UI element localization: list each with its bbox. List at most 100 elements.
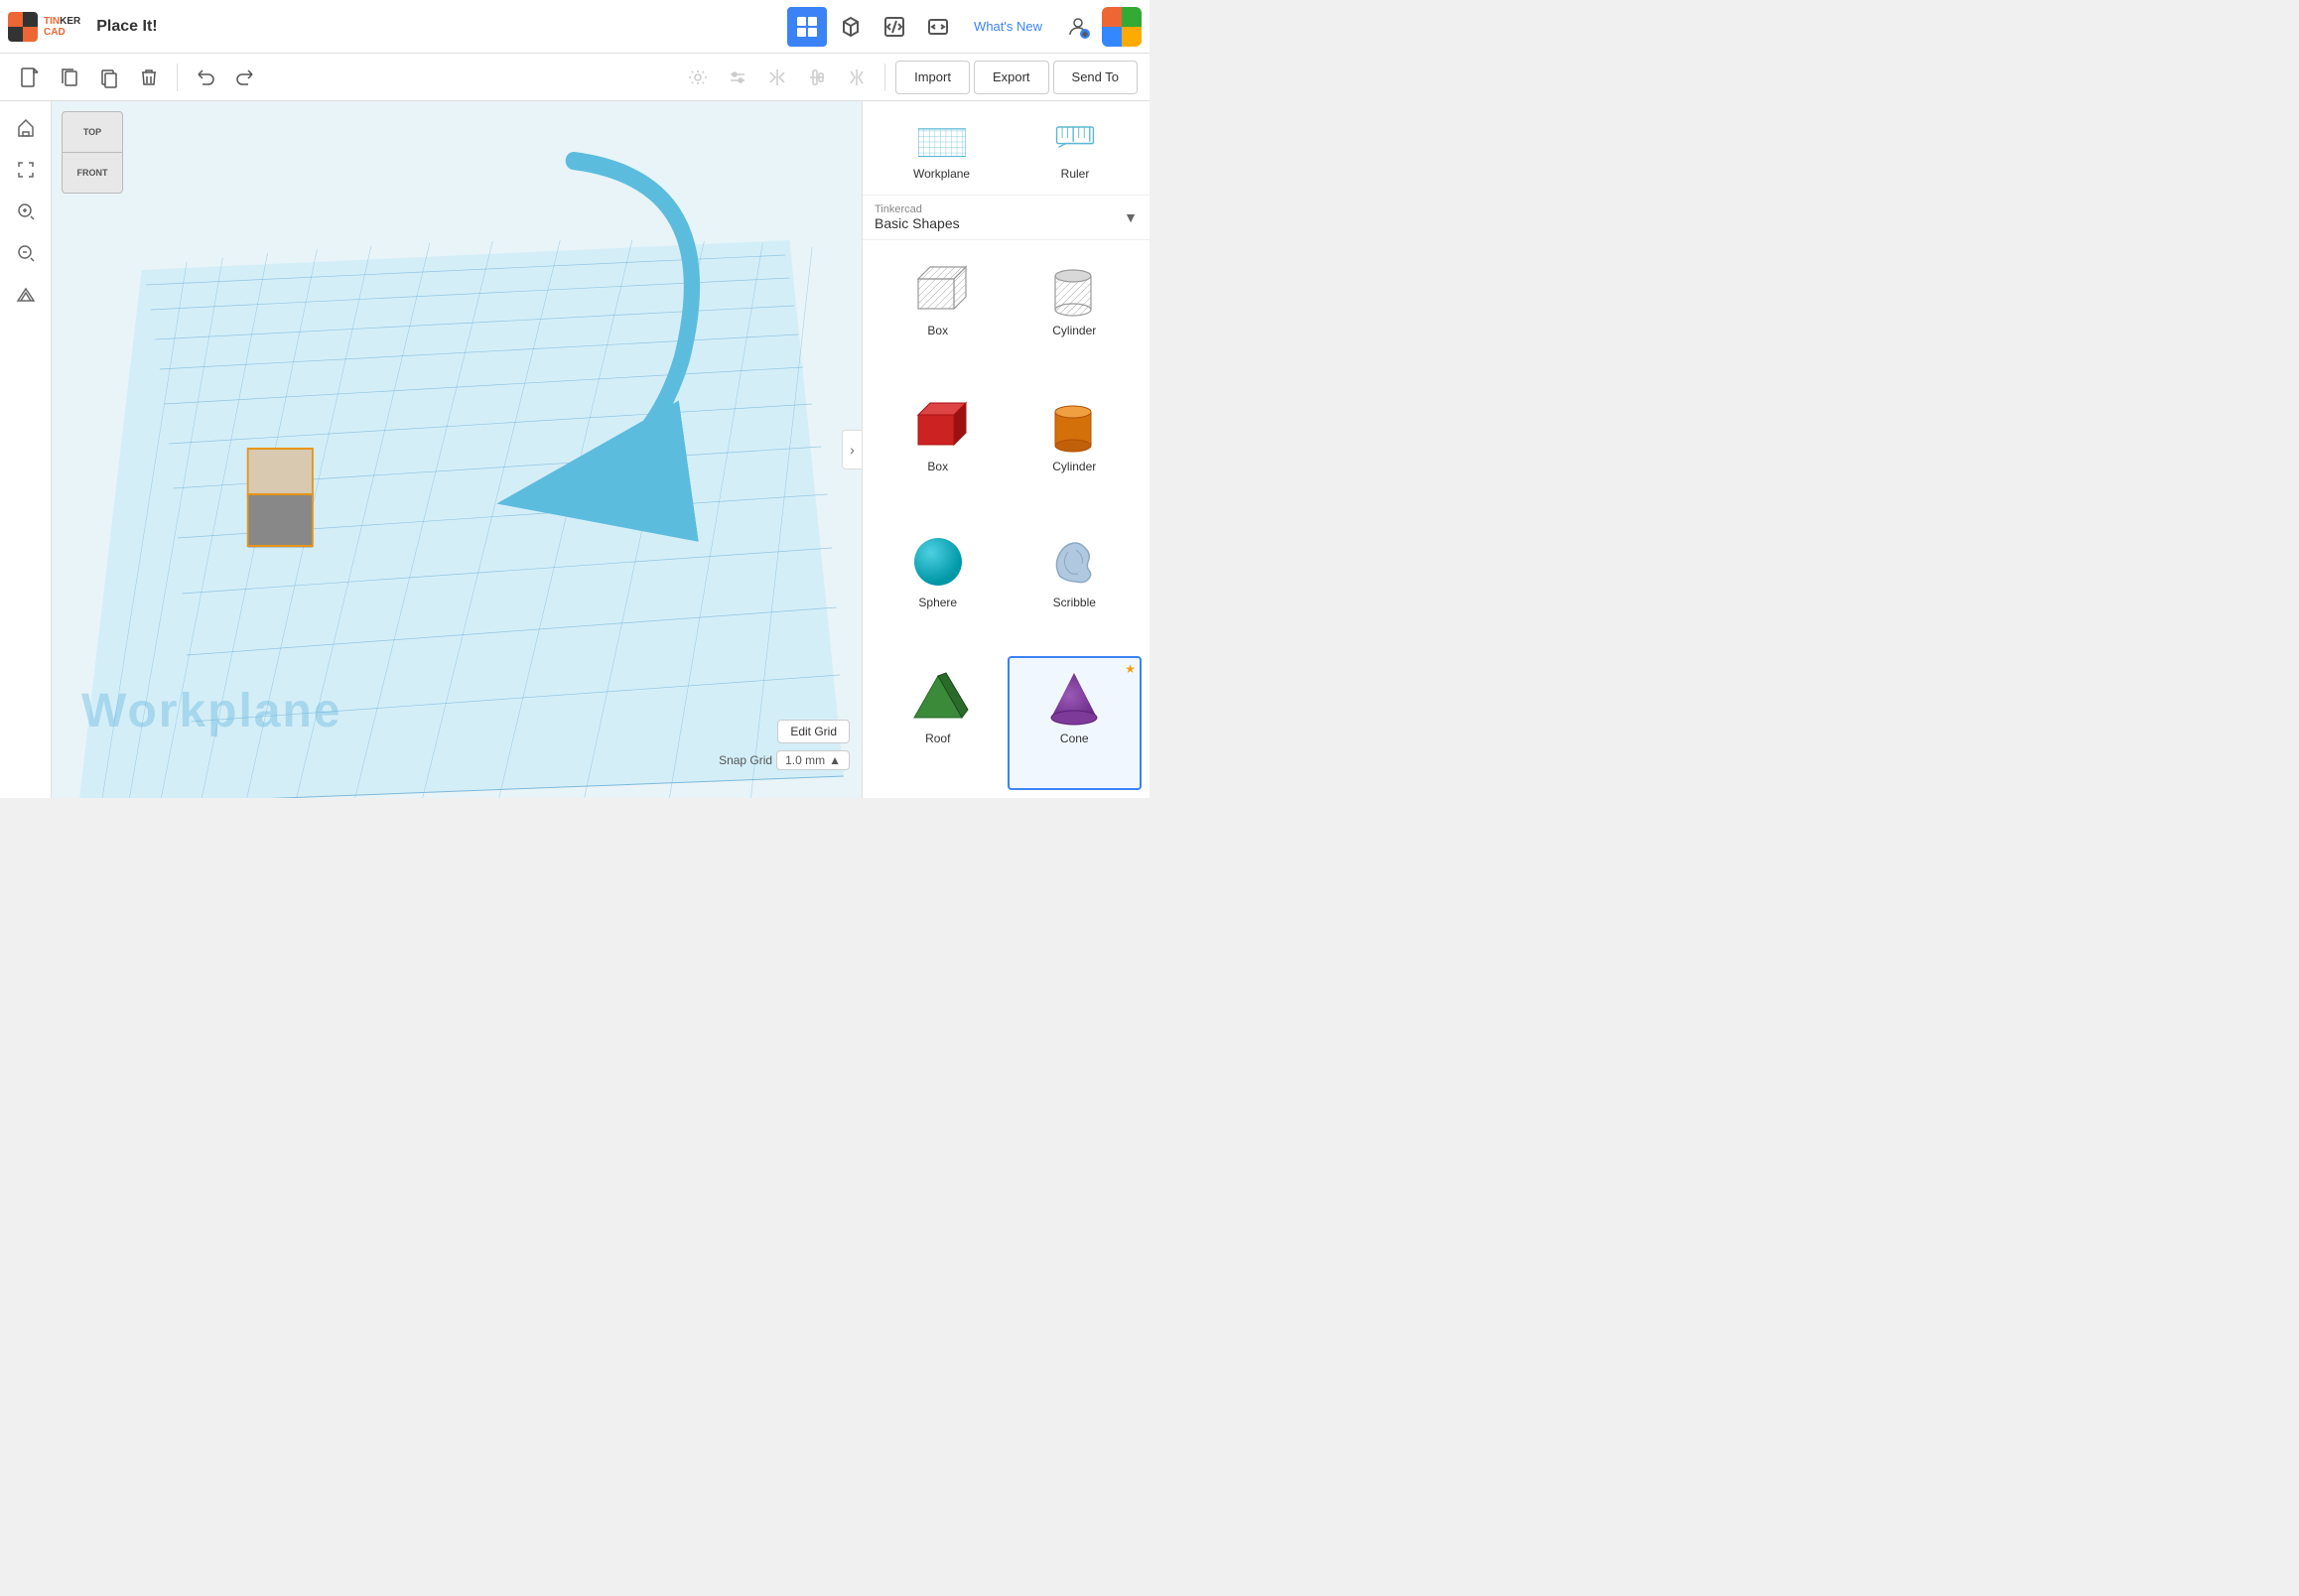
whats-new-button[interactable]: What's New	[962, 9, 1054, 45]
shape-item-roof[interactable]: Roof	[871, 656, 1006, 790]
home-view-button[interactable]	[7, 109, 45, 147]
shape-item-cylinder-grey[interactable]: Cylinder	[1008, 248, 1143, 382]
shape-label-sphere: Sphere	[918, 596, 957, 609]
flip-button[interactable]	[839, 60, 875, 95]
snap-grid-area: Snap Grid 1.0 mm ▲	[719, 750, 850, 770]
tinkercad-logo-right[interactable]	[1102, 7, 1142, 47]
left-sidebar	[0, 101, 52, 798]
roof-svg	[904, 668, 972, 728]
snap-grid-label: Snap Grid	[719, 753, 772, 767]
snap-value: 1.0 mm	[785, 753, 825, 767]
shape-toggle-button[interactable]	[720, 60, 755, 95]
shape-icon-box-grey	[902, 260, 974, 320]
toolbar-separator-2	[884, 64, 885, 91]
shape-icon-roof	[902, 668, 974, 728]
box-grey-svg	[904, 261, 972, 319]
shape-label-cone: Cone	[1060, 732, 1089, 745]
export-button[interactable]: Export	[974, 61, 1049, 94]
ruler-icon-svg	[1051, 118, 1099, 160]
visibility-button[interactable]	[680, 60, 716, 95]
category-meta: Tinkercad	[875, 203, 960, 215]
shape-label-box-grey: Box	[927, 324, 948, 337]
shape-item-box-red[interactable]: Box	[871, 384, 1006, 518]
view-cube[interactable]: TOP FRONT	[62, 111, 136, 200]
perspective-button[interactable]	[7, 276, 45, 314]
shape-label-cylinder-orange: Cylinder	[1052, 460, 1096, 473]
user-account-button[interactable]: +	[1058, 7, 1098, 47]
workplane-icon	[918, 115, 966, 163]
tc-logo-c3	[1102, 27, 1122, 47]
logo-cell-tin	[8, 12, 23, 27]
view-cube-top[interactable]: TOP	[62, 111, 123, 153]
shape-icon-cylinder-grey	[1038, 260, 1110, 320]
copy-button[interactable]	[52, 60, 87, 95]
ruler-icon	[1051, 115, 1099, 163]
fit-view-button[interactable]	[7, 151, 45, 189]
shape-label-cylinder-grey: Cylinder	[1052, 324, 1096, 337]
shape-label-roof: Roof	[925, 732, 950, 745]
secondary-toolbar: Import Export Send To	[0, 54, 1150, 101]
logo-cell-cad	[8, 27, 23, 42]
undo-button[interactable]	[188, 60, 223, 95]
logo-cell-dot	[23, 27, 38, 42]
zoom-in-button[interactable]	[7, 193, 45, 230]
logo-text: TINKER CAD	[44, 16, 80, 38]
workplane-grid	[52, 101, 862, 798]
ruler-tool[interactable]: Ruler	[1051, 115, 1099, 181]
logo-cell-ker	[23, 12, 38, 27]
project-title: Place It!	[96, 18, 157, 36]
shape-item-cone[interactable]: ★ Cone	[1008, 656, 1143, 790]
edit-grid-button[interactable]: Edit Grid	[777, 720, 850, 743]
shapes-grid: Box	[863, 240, 1150, 798]
category-name: Basic Shapes	[875, 215, 960, 231]
cone-svg	[1043, 668, 1105, 728]
tc-logo-c4	[1122, 27, 1142, 47]
category-dropdown-icon: ▼	[1124, 209, 1138, 225]
workplane-tool-label: Workplane	[913, 167, 970, 181]
shape-item-cylinder-orange[interactable]: Cylinder	[1008, 384, 1143, 518]
box-red-svg	[904, 397, 972, 455]
cylinder-orange-svg	[1043, 396, 1105, 456]
grid-view-button[interactable]	[787, 7, 827, 47]
right-panel: Workplane Ruler	[862, 101, 1150, 798]
viewport[interactable]: TOP FRONT Workplane Edit Grid Snap Grid …	[52, 101, 862, 798]
tc-logo-c2	[1122, 7, 1142, 27]
new-button[interactable]	[12, 60, 48, 95]
shape-category-info: Tinkercad Basic Shapes	[875, 203, 960, 231]
shape-icon-cylinder-orange	[1038, 396, 1110, 456]
workplane-tool[interactable]: Workplane	[913, 115, 970, 181]
shape-label-box-red: Box	[927, 460, 948, 473]
duplicate-button[interactable]	[91, 60, 127, 95]
tinkercad-logo-left[interactable]	[8, 12, 38, 42]
shape-icon-scribble	[1038, 532, 1110, 592]
build-view-button[interactable]	[831, 7, 871, 47]
shape-item-sphere[interactable]: Sphere	[871, 520, 1006, 654]
snap-value-button[interactable]: 1.0 mm ▲	[776, 750, 850, 770]
shape-icon-cone	[1038, 668, 1110, 728]
view-cube-front[interactable]: FRONT	[62, 152, 123, 194]
shape-category-selector[interactable]: Tinkercad Basic Shapes ▼	[863, 196, 1150, 240]
shape-icon-sphere	[902, 532, 974, 592]
code-view-button[interactable]	[875, 7, 914, 47]
delete-button[interactable]	[131, 60, 167, 95]
scribble-svg	[1040, 532, 1108, 592]
top-navigation-bar: TINKER CAD Place It! What's New	[0, 0, 1150, 54]
mirror-button[interactable]	[759, 60, 795, 95]
zoom-out-button[interactable]	[7, 234, 45, 272]
svg-text:+: +	[1083, 30, 1088, 39]
toolbar-separator-1	[177, 64, 178, 91]
send-to-button[interactable]: Send To	[1053, 61, 1138, 94]
align-button[interactable]	[799, 60, 835, 95]
import-button[interactable]: Import	[895, 61, 970, 94]
panel-tools: Workplane Ruler	[863, 101, 1150, 196]
redo-button[interactable]	[227, 60, 263, 95]
ruler-tool-label: Ruler	[1061, 167, 1090, 181]
main-area: TOP FRONT Workplane Edit Grid Snap Grid …	[0, 101, 1150, 798]
embed-view-button[interactable]	[918, 7, 958, 47]
snap-arrow-icon: ▲	[829, 753, 841, 767]
shape-item-scribble[interactable]: Scribble	[1008, 520, 1143, 654]
logo-area: TINKER CAD	[8, 12, 80, 42]
star-badge: ★	[1125, 662, 1136, 676]
collapse-panel-button[interactable]: ›	[842, 430, 862, 469]
shape-item-box-grey[interactable]: Box	[871, 248, 1006, 382]
